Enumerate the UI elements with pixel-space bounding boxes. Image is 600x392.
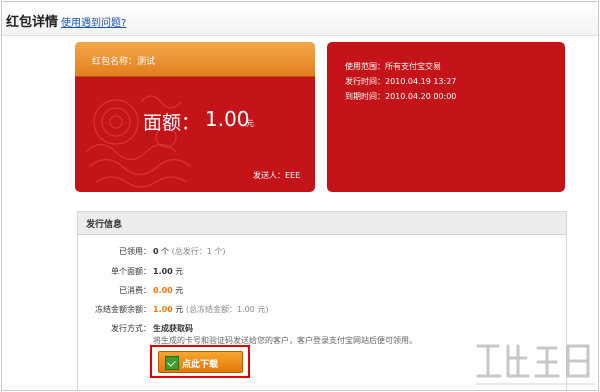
claimed-unit: 个	[161, 247, 170, 256]
watermark-logo	[476, 344, 594, 385]
download-icon	[165, 356, 179, 370]
consumed-value: 0.00	[153, 286, 173, 295]
single-amount-value: 1.00	[153, 267, 173, 276]
sender-label: 发送人：EEE	[253, 171, 301, 180]
single-amount-row: 1.00 元	[153, 266, 183, 277]
method-value: 生成获取码	[153, 324, 193, 333]
claimed-row: 0 个 (总发行：1 个)	[153, 246, 226, 257]
single-amount-unit: 元	[175, 267, 184, 276]
page-frame: 红包详情 使用遇到问题? 红包名称：测试 面额： 1.00 元 发送人：EEE …	[1, 1, 599, 391]
frozen-row: 1.00 元 (总冻结金额：1.00 元)	[153, 304, 268, 315]
consumed-row: 0.00 元	[153, 285, 183, 296]
red-envelope-card: 红包名称：测试 面额： 1.00 元 发送人：EEE	[75, 42, 315, 192]
page-header: 红包详情 使用遇到问题?	[2, 2, 598, 36]
usage-scope: 使用范围：所有支付宝交易	[345, 62, 441, 71]
consumed-unit: 元	[175, 286, 184, 295]
help-link[interactable]: 使用遇到问题?	[61, 14, 126, 29]
claimed-label: 已领用：	[119, 247, 151, 256]
frozen-value: 1.00	[153, 305, 173, 314]
method-label: 发行方式：	[111, 324, 151, 333]
issue-info-title: 发行信息	[86, 220, 123, 230]
envelope-name: 红包名称：测试	[92, 57, 156, 67]
frozen-unit: 元	[175, 305, 184, 314]
frozen-label: 冻结金额余额：	[95, 305, 151, 314]
amount-value: 1.00	[205, 107, 250, 131]
consumed-label: 已消费：	[119, 286, 151, 295]
issue-time: 发行时间：2010.04.19 13:27	[345, 77, 457, 86]
envelope-details-card: 使用范围：所有支付宝交易 发行时间：2010.04.19 13:27 到期时间：…	[327, 42, 565, 192]
download-button-label: 点此下载	[182, 360, 219, 370]
amount-unit: 元	[246, 119, 254, 128]
envelope-pattern-icon	[85, 95, 192, 188]
issue-info-header: 发行信息	[78, 212, 566, 235]
frozen-note: (总冻结金额：1.00 元)	[185, 305, 269, 314]
single-amount-label: 单个面额：	[111, 267, 151, 276]
amount-label: 面额：	[143, 112, 201, 134]
claimed-value: 0	[153, 247, 159, 256]
claimed-note: (总发行：1 个)	[171, 247, 226, 256]
page-title: 红包详情	[6, 15, 59, 30]
expire-time: 到期时间：2010.04.20 00:00	[345, 92, 457, 101]
envelope-header-band: 红包名称：测试	[75, 42, 315, 77]
download-button[interactable]: 点此下载	[158, 351, 243, 373]
